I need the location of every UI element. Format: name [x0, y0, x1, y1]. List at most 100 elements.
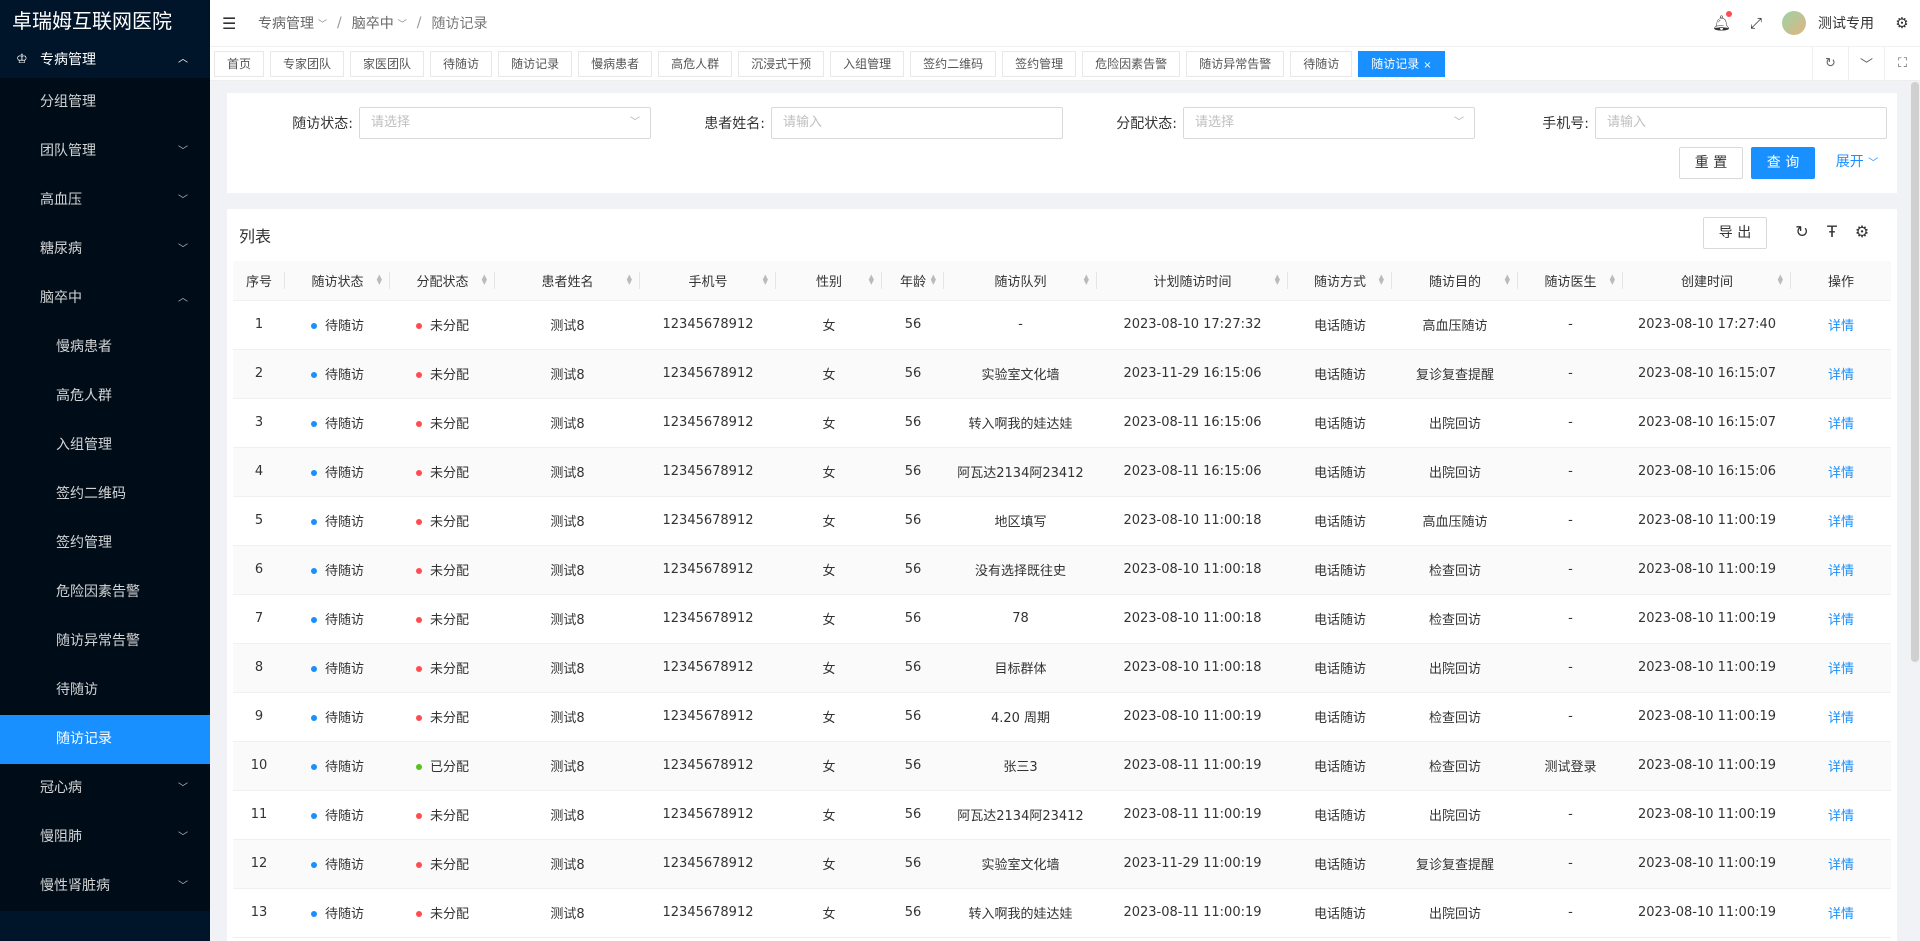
sort-icon[interactable]: ▲ ▼ [1275, 274, 1280, 286]
sort-icon[interactable]: ▲ ▼ [377, 274, 382, 286]
fullscreen-icon[interactable]: ⤢ [1748, 15, 1764, 31]
refresh-icon[interactable]: ↻ [1812, 46, 1848, 81]
detail-link[interactable]: 详情 [1828, 662, 1854, 677]
column-header[interactable]: 手机号 ▲ ▼ [640, 261, 776, 301]
sidebar-item[interactable]: 入组管理 [0, 421, 210, 470]
menu-fold-icon[interactable]: ☰ [222, 14, 238, 33]
field-assign-status: 分配状态: 请选择 ﹀ [1067, 107, 1475, 139]
assign-status-select[interactable]: 请选择 ﹀ [1183, 107, 1475, 139]
detail-link[interactable]: 详情 [1828, 368, 1854, 383]
sidebar-item[interactable]: 冠心病 ﹀ [0, 764, 210, 813]
tab[interactable]: 签约二维码 [910, 50, 997, 77]
tab[interactable]: 随访记录 [498, 50, 573, 77]
sidebar-item[interactable]: 糖尿病 ﹀ [0, 225, 210, 274]
column-header[interactable]: 分配状态 ▲ ▼ [390, 261, 495, 301]
detail-link[interactable]: 详情 [1828, 417, 1854, 432]
patient-name-input[interactable]: 请输入 [771, 107, 1063, 139]
query-button[interactable]: 查 询 [1751, 147, 1815, 179]
tab[interactable]: 危险因素告警 [1082, 50, 1181, 77]
tab[interactable]: 入组管理 [830, 50, 905, 77]
column-header[interactable]: 随访医生 ▲ ▼ [1518, 261, 1623, 301]
breadcrumb-item[interactable]: 专病管理 ﹀ [258, 13, 327, 33]
chevron-down-icon[interactable]: ﹀ [1848, 46, 1884, 81]
tab[interactable]: 随访记录 × [1358, 50, 1445, 77]
expand-button[interactable]: 展开 ﹀ [1827, 147, 1887, 179]
bell-icon[interactable]: 🔔︎ [1712, 11, 1732, 31]
cell-method: 电话随访 [1288, 545, 1392, 595]
column-header[interactable]: 年龄 ▲ ▼ [882, 261, 944, 301]
sidebar-item[interactable]: 随访异常告警 [0, 617, 210, 666]
tab[interactable]: 随访异常告警 [1186, 50, 1285, 77]
column-height-icon[interactable]: Ŧ [1823, 223, 1841, 241]
column-header[interactable]: 计划随访时间 ▲ ▼ [1097, 261, 1288, 301]
username[interactable]: 测试专用 [1818, 13, 1874, 33]
sidebar-item[interactable]: 慢性肾脏病 ﹀ [0, 862, 210, 911]
maximize-icon[interactable]: ⛶ [1884, 46, 1920, 81]
detail-link[interactable]: 详情 [1828, 760, 1854, 775]
sort-icon[interactable]: ▲ ▼ [1778, 274, 1783, 286]
detail-link[interactable]: 详情 [1828, 907, 1854, 922]
export-button[interactable]: 导 出 [1703, 217, 1767, 249]
sort-icon[interactable]: ▲ ▼ [627, 274, 632, 286]
sidebar-item[interactable]: 随访记录 [0, 715, 210, 764]
detail-link[interactable]: 详情 [1828, 319, 1854, 334]
phone-input[interactable]: 请输入 [1595, 107, 1887, 139]
detail-link[interactable]: 详情 [1828, 613, 1854, 628]
column-header[interactable]: 随访目的 ▲ ▼ [1392, 261, 1518, 301]
sidebar-item[interactable]: 高血压 ﹀ [0, 176, 210, 225]
detail-link[interactable]: 详情 [1828, 858, 1854, 873]
tab[interactable]: 沉浸式干预 [738, 50, 825, 77]
sort-icon[interactable]: ▲ ▼ [1379, 274, 1384, 286]
detail-link[interactable]: 详情 [1828, 515, 1854, 530]
gear-icon[interactable]: ⚙ [1894, 15, 1910, 31]
tab[interactable]: 高危人群 [658, 50, 733, 77]
tab[interactable]: 专家团队 [270, 50, 345, 77]
sidebar-item[interactable]: 脑卒中 ︿ [0, 274, 210, 323]
sort-icon[interactable]: ▲ ▼ [869, 274, 874, 286]
sidebar-item[interactable]: 待随访 [0, 666, 210, 715]
cell-queue: 转入啊我的娃达娃 [944, 888, 1097, 938]
settings-icon[interactable]: ⚙ [1853, 223, 1871, 241]
sort-icon[interactable]: ▲ ▼ [931, 274, 936, 286]
sidebar-item[interactable]: 签约二维码 [0, 470, 210, 519]
detail-link[interactable]: 详情 [1828, 564, 1854, 579]
close-icon[interactable]: × [1423, 60, 1431, 71]
table-row: 6 待随访 未分配 测试8 12345678912 女 56 没有选择既往史 2023-08-1… [233, 545, 1891, 595]
sidebar-item[interactable]: 危险因素告警 [0, 568, 210, 617]
reset-button[interactable]: 重 置 [1679, 147, 1743, 179]
sidebar-item-label: 高血压 [40, 192, 82, 208]
tab[interactable]: 家医团队 [350, 50, 425, 77]
tab[interactable]: 待随访 [1290, 50, 1353, 77]
column-header[interactable]: 创建时间 ▲ ▼ [1623, 261, 1791, 301]
scrollbar-thumb[interactable] [1911, 82, 1919, 662]
sidebar-group-disease-management[interactable]: ♔ 专病管理 ︿ [0, 42, 210, 78]
tab[interactable]: 签约管理 [1002, 50, 1077, 77]
refresh-icon[interactable]: ↻ [1793, 223, 1811, 241]
sidebar-item[interactable]: 签约管理 [0, 519, 210, 568]
detail-link[interactable]: 详情 [1828, 711, 1854, 726]
sidebar-item[interactable]: 慢阻肺 ﹀ [0, 813, 210, 862]
tab[interactable]: 首页 [214, 50, 265, 77]
cell-method: 电话随访 [1288, 594, 1392, 644]
column-header[interactable]: 性别 ▲ ▼ [776, 261, 882, 301]
tab[interactable]: 慢病患者 [578, 50, 653, 77]
avatar[interactable] [1782, 11, 1806, 35]
sort-icon[interactable]: ▲ ▼ [1084, 274, 1089, 286]
column-header[interactable]: 患者姓名 ▲ ▼ [495, 261, 640, 301]
detail-link[interactable]: 详情 [1828, 466, 1854, 481]
detail-link[interactable]: 详情 [1828, 809, 1854, 824]
sort-icon[interactable]: ▲ ▼ [1505, 274, 1510, 286]
followup-status-select[interactable]: 请选择 ﹀ [359, 107, 651, 139]
sort-icon[interactable]: ▲ ▼ [482, 274, 487, 286]
sort-icon[interactable]: ▲ ▼ [1610, 274, 1615, 286]
sidebar-item[interactable]: 高危人群 [0, 372, 210, 421]
sidebar-item[interactable]: 分组管理 [0, 78, 210, 127]
column-header[interactable]: 随访方式 ▲ ▼ [1288, 261, 1392, 301]
sort-icon[interactable]: ▲ ▼ [763, 274, 768, 286]
column-header[interactable]: 随访队列 ▲ ▼ [944, 261, 1097, 301]
sidebar-item[interactable]: 团队管理 ﹀ [0, 127, 210, 176]
breadcrumb-item[interactable]: 脑卒中 ﹀ [352, 13, 407, 33]
sidebar-item[interactable]: 慢病患者 [0, 323, 210, 372]
column-header[interactable]: 随访状态 ▲ ▼ [285, 261, 390, 301]
tab[interactable]: 待随访 [430, 50, 493, 77]
